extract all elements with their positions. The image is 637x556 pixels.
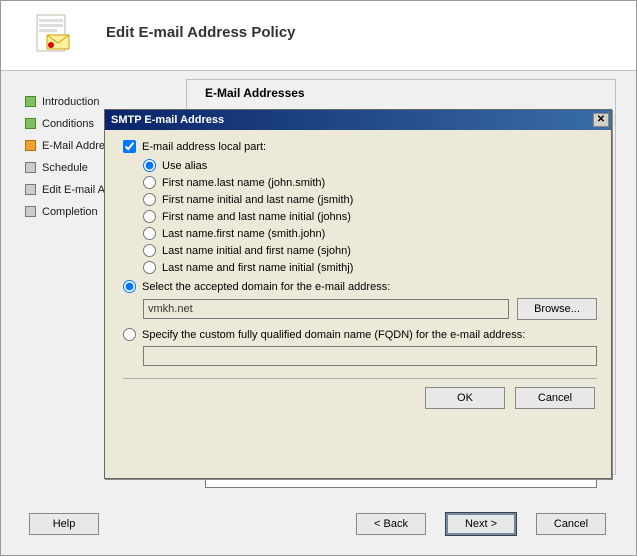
dialog-title: SMTP E-mail Address [111,114,224,126]
local-part-checkbox[interactable] [123,140,136,153]
radio-use-alias-input[interactable] [143,159,156,172]
wizard-header: Edit E-mail Address Policy [1,1,636,71]
radio-label: First name.last name (john.smith) [162,177,325,189]
radio-firstinitial-last: First name initial and last name (jsmith… [143,191,597,208]
step-status-icon [25,162,36,173]
fqdn-input [143,346,597,366]
radio-firstinitial-last-input[interactable] [143,193,156,206]
radio-label: First name and last name initial (johns) [162,211,351,223]
fqdn-label: Specify the custom fully qualified domai… [142,329,525,341]
dialog-body: E-mail address local part: Use alias Fir… [105,130,611,417]
radio-last-firstinitial: Last name and first name initial (smithj… [143,259,597,276]
back-button[interactable]: < Back [356,513,426,535]
radio-lastinitial-first: Last name initial and first name (sjohn) [143,242,597,259]
accepted-domain-radio[interactable] [123,280,136,293]
radio-label: Last name.first name (smith.john) [162,228,325,240]
dialog-cancel-button[interactable]: Cancel [515,387,595,409]
step-status-icon [25,140,36,151]
radio-label: First name initial and last name (jsmith… [162,194,353,206]
step-status-icon [25,184,36,195]
wizard-title: Edit E-mail Address Policy [106,24,296,41]
radio-use-alias: Use alias [143,157,597,174]
fqdn-radio[interactable] [123,328,136,341]
dialog-button-bar: OK Cancel [123,387,597,411]
radio-label: Last name and first name initial (smithj… [162,262,353,274]
dialog-titlebar[interactable]: SMTP E-mail Address ✕ [105,110,611,130]
radio-first-last: First name.last name (john.smith) [143,174,597,191]
radio-first-last-input[interactable] [143,176,156,189]
browse-button[interactable]: Browse... [517,298,597,320]
step-status-icon [25,96,36,107]
help-button[interactable]: Help [29,513,99,535]
next-button[interactable]: Next > [446,513,516,535]
policy-icon [29,11,77,59]
local-part-radio-group: Use alias First name.last name (john.smi… [143,157,597,276]
wizard-window: Edit E-mail Address Policy Introduction … [0,0,637,556]
step-status-icon [25,118,36,129]
accepted-domain-label: Select the accepted domain for the e-mai… [142,281,390,293]
close-icon[interactable]: ✕ [593,113,609,127]
fqdn-row [143,346,597,366]
section-title: E-Mail Addresses [205,86,305,100]
radio-last-first: Last name.first name (smith.john) [143,225,597,242]
wizard-button-bar: Help < Back Next > Cancel [1,513,636,537]
cancel-button[interactable]: Cancel [536,513,606,535]
radio-last-first-input[interactable] [143,227,156,240]
dialog-divider [123,378,597,379]
radio-first-lastinitial: First name and last name initial (johns) [143,208,597,225]
smtp-dialog: SMTP E-mail Address ✕ E-mail address loc… [104,109,612,479]
ok-button[interactable]: OK [425,387,505,409]
accepted-domain-radio-row: Select the accepted domain for the e-mai… [123,276,597,295]
radio-first-lastinitial-input[interactable] [143,210,156,223]
radio-lastinitial-first-input[interactable] [143,244,156,257]
radio-label: Last name initial and first name (sjohn) [162,245,351,257]
radio-label: Use alias [162,160,207,172]
radio-last-firstinitial-input[interactable] [143,261,156,274]
step-status-icon [25,206,36,217]
fqdn-radio-row: Specify the custom fully qualified domai… [123,324,597,343]
accepted-domain-input[interactable] [143,299,509,319]
accepted-domain-row: Browse... [143,298,597,320]
local-part-label: E-mail address local part: [142,141,266,153]
local-part-checkbox-row: E-mail address local part: [123,140,597,153]
